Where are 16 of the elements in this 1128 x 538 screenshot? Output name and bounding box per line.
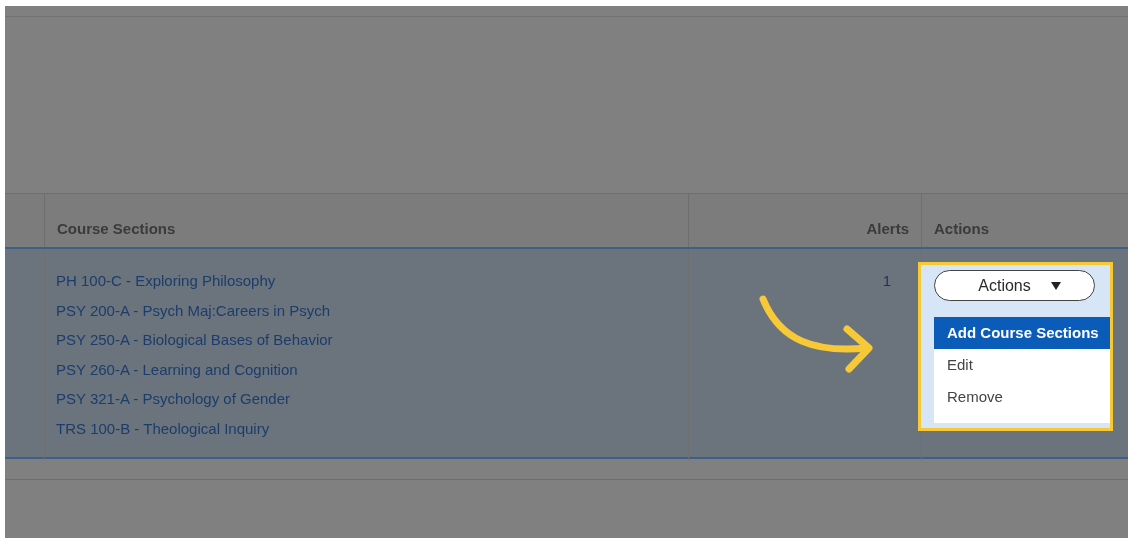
menu-item[interactable]: Add Course Sections [934,317,1110,349]
column-header: Course Sections [57,220,176,237]
actions-button[interactable]: Actions [934,270,1095,301]
course-section-link[interactable]: PSY 321-A - Psychology of Gender [56,389,291,408]
course-section-link[interactable]: PSY 250-A - Biological Bases of Behavior [56,330,333,349]
table-row[interactable] [5,249,1128,459]
course-section-link[interactable]: PSY 200-A - Psych Maj:Careers in Psych [56,300,330,320]
course-section-link[interactable]: TRS 100-B - Theological Inquiry [56,418,270,438]
column-header: Actions [934,220,989,237]
caret-icon [1050,281,1061,290]
column-header: Alerts [866,220,909,237]
menu-item[interactable]: Remove [934,381,1110,413]
alert-count: 1 [882,271,891,290]
course-section-link[interactable]: PSY 260-A - Learning and Cognition [56,359,298,379]
course-section-link[interactable]: PH 100-C - Exploring Philosophy [56,271,276,290]
menu-item[interactable]: Edit [934,349,1110,381]
